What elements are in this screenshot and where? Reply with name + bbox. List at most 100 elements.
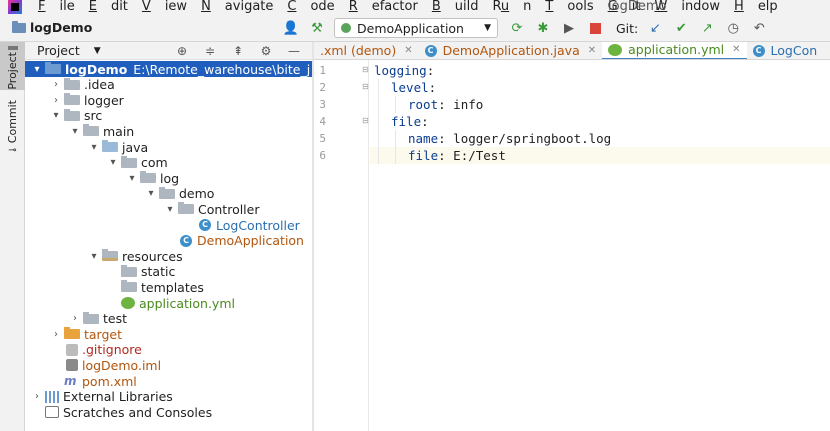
project-tool-button[interactable]: Project <box>0 42 25 90</box>
rerun-icon[interactable]: ⟳ <box>508 19 526 37</box>
code-editor[interactable]: logging: level: root: info file: name: logge… <box>370 60 830 431</box>
close-icon[interactable]: ✕ <box>404 45 412 56</box>
chevron-down-icon[interactable]: ▾ <box>88 142 100 153</box>
yaml-key: root <box>408 97 439 112</box>
menu-refactor[interactable]: Refactor <box>349 0 418 14</box>
editor-tab-label: application.yml <box>628 42 725 57</box>
settings-gear-icon[interactable]: ⚙ <box>259 44 273 58</box>
tree-node[interactable]: ▾ Controller <box>25 201 312 217</box>
git-push-icon[interactable]: ↗ <box>698 19 716 37</box>
tree-node[interactable]: ▾ java <box>25 139 312 155</box>
tree-node[interactable]: › External Libraries <box>25 389 312 405</box>
build-hammer-icon[interactable]: ⚒ <box>308 19 326 37</box>
code-line[interactable]: logging: <box>370 62 830 79</box>
tree-node[interactable]: ▾ com <box>25 155 312 171</box>
code-line[interactable]: level: <box>370 79 830 96</box>
editor-tab[interactable]: C DemoApplication.java ✕ <box>419 42 603 59</box>
tree-node[interactable]: ▾ src <box>25 108 312 124</box>
tree-node[interactable]: application.yml <box>25 295 312 311</box>
tree-node[interactable]: › .idea <box>25 77 312 93</box>
editor-tab[interactable]: application.yml ✕ <box>602 42 747 59</box>
close-icon[interactable]: ✕ <box>732 44 740 55</box>
chevron-down-icon[interactable]: ▾ <box>50 110 62 121</box>
tree-node[interactable]: Scratches and Consoles <box>25 404 312 420</box>
tree-node[interactable]: logDemo.iml <box>25 357 312 373</box>
locate-target-icon[interactable]: ⊕ <box>175 44 189 58</box>
menu-build[interactable]: Build <box>432 0 479 14</box>
tree-node[interactable]: ▾ resources <box>25 248 312 264</box>
code-line[interactable]: file: <box>370 113 830 130</box>
close-icon[interactable]: ✕ <box>588 45 596 56</box>
tree-node-label: test <box>103 311 128 327</box>
run-configuration-select[interactable]: DemoApplication ▼ <box>334 18 498 38</box>
chevron-right-icon[interactable]: › <box>50 329 62 340</box>
chevron-down-icon[interactable]: ▾ <box>31 64 43 75</box>
tree-node-label: main <box>103 123 135 139</box>
editor-tab[interactable]: .xml (demo) ✕ <box>314 42 419 59</box>
tree-node[interactable]: › logger <box>25 92 312 108</box>
user-icon[interactable]: 👤 <box>282 19 300 37</box>
menu-help[interactable]: Help <box>734 0 778 14</box>
tree-node[interactable]: C LogController <box>25 217 312 233</box>
library-icon <box>45 390 59 403</box>
tree-node[interactable]: › target <box>25 326 312 342</box>
project-view-selector[interactable]: Project ▼ <box>37 43 101 58</box>
hide-panel-icon[interactable]: — <box>287 44 301 58</box>
code-line[interactable]: name: logger/springboot.log <box>370 130 830 147</box>
tree-node-label: Controller <box>198 201 260 217</box>
tree-node[interactable]: ▾ main <box>25 123 312 139</box>
fold-marker-icon[interactable]: ⊟ <box>362 82 370 92</box>
menu-edit[interactable]: Edit <box>89 0 128 14</box>
menu-run[interactable]: Ru n <box>492 0 531 14</box>
expand-all-icon[interactable]: ≑ <box>203 44 217 58</box>
breadcrumb-project[interactable]: logDemo <box>30 20 92 35</box>
indent-guide <box>395 130 396 164</box>
tree-node[interactable]: › test <box>25 311 312 327</box>
chevron-down-icon[interactable]: ▾ <box>164 204 176 215</box>
chevron-right-icon[interactable]: › <box>50 95 62 106</box>
breadcrumb[interactable]: logDemo <box>12 20 92 35</box>
fold-marker-icon[interactable]: ⊟ <box>362 116 370 126</box>
code-line[interactable]: file: E:/Test <box>370 147 830 164</box>
commit-tool-button[interactable]: Commit ⊸ <box>0 100 25 156</box>
menu-file[interactable]: File <box>38 0 75 14</box>
yaml-key: file <box>408 148 439 163</box>
history-clock-icon[interactable]: ◷ <box>724 19 742 37</box>
chevron-down-icon[interactable]: ▾ <box>126 173 138 184</box>
chevron-right-icon[interactable]: › <box>31 391 43 402</box>
toolbar: logDemo 👤 ⚒ DemoApplication ▼ ⟳ ✱ ▶ Git:… <box>0 14 830 42</box>
menu-view[interactable]: View <box>142 0 187 14</box>
tree-node[interactable]: .gitignore <box>25 342 312 358</box>
chevron-down-icon[interactable]: ▾ <box>107 157 119 168</box>
menu-code[interactable]: Code <box>287 0 334 14</box>
yaml-key: file <box>391 114 422 129</box>
tree-node[interactable]: C DemoApplication <box>25 233 312 249</box>
fold-marker-icon[interactable]: ⊟ <box>362 65 370 75</box>
chevron-down-icon[interactable]: ▾ <box>69 126 81 137</box>
menu-tools[interactable]: Tools <box>545 0 593 14</box>
menu-navigate[interactable]: Navigate <box>201 0 273 14</box>
collapse-all-icon[interactable]: ⇞ <box>231 44 245 58</box>
git-update-icon[interactable]: ↙ <box>646 19 664 37</box>
line-number-gutter: 1 2 3 4 5 6 <box>314 60 368 431</box>
code-line[interactable]: root: info <box>370 96 830 113</box>
stop-icon[interactable] <box>586 19 604 37</box>
indent-guide <box>378 79 379 164</box>
git-commit-check-icon[interactable]: ✔ <box>672 19 690 37</box>
tree-node[interactable]: ▾ log <box>25 170 312 186</box>
chevron-right-icon[interactable]: › <box>69 313 81 324</box>
tree-node[interactable]: ▾ demo <box>25 186 312 202</box>
debug-bug-icon[interactable]: ✱ <box>534 19 552 37</box>
tree-node[interactable]: static <box>25 264 312 280</box>
menu-bar: File Edit View Navigate Code Refactor Build Ru n… <box>0 0 830 14</box>
tree-node[interactable]: m pom.xml <box>25 373 312 389</box>
chevron-down-icon[interactable]: ▾ <box>88 251 100 262</box>
folder-icon <box>121 264 137 277</box>
run-with-coverage-icon[interactable]: ▶ <box>560 19 578 37</box>
rollback-undo-icon[interactable]: ↶ <box>750 19 768 37</box>
tree-node[interactable]: ▾ logDemo E:\Remote_warehouse\bite_j <box>25 61 312 77</box>
chevron-right-icon[interactable]: › <box>50 79 62 90</box>
chevron-down-icon[interactable]: ▾ <box>145 188 157 199</box>
tree-node[interactable]: templates <box>25 279 312 295</box>
editor-tab[interactable]: C LogCon <box>747 42 824 59</box>
